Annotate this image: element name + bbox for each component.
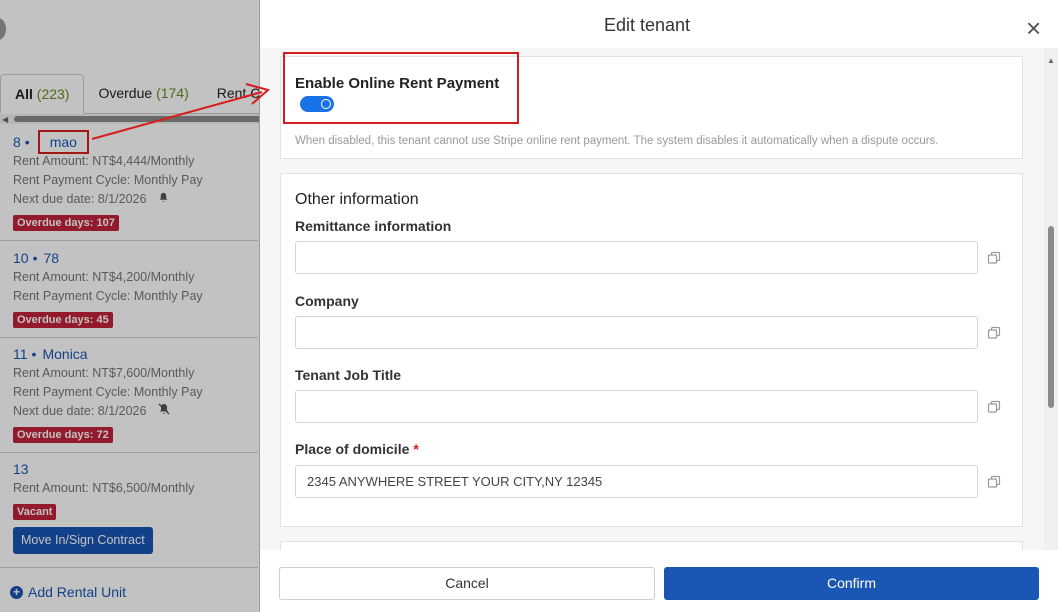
rent-cycle: Rent Payment Cycle: Monthly Pay — [13, 385, 203, 399]
remittance-label: Remittance information — [295, 218, 452, 234]
domicile-label: Place of domicile * — [295, 441, 419, 457]
company-label: Company — [295, 293, 359, 309]
status-badge: Overdue days: 72 — [13, 427, 113, 443]
status-tabs: All (223) Overdue (174) Rent C — [0, 74, 260, 114]
unit-number: 11 — [13, 346, 28, 362]
status-badge: Vacant — [13, 504, 57, 520]
rent-cycle: Rent Payment Cycle: Monthly Pay — [13, 173, 203, 187]
domicile-input[interactable] — [295, 465, 978, 498]
copy-icon[interactable] — [986, 399, 1002, 415]
rent-amount: Rent Amount: NT$7,600/Monthly — [13, 366, 195, 380]
status-badge: Overdue days: 45 — [13, 312, 113, 328]
unit-number: 10 — [13, 250, 29, 266]
cancel-button[interactable]: Cancel — [279, 567, 655, 600]
copy-icon[interactable] — [986, 325, 1002, 341]
bell-off-icon[interactable] — [154, 403, 169, 418]
separator: • — [32, 250, 38, 266]
vertical-scrollbar[interactable]: ▲ — [1044, 48, 1058, 550]
other-information-card: Other information Remittance information… — [280, 173, 1023, 527]
rental-unit-list-panel: All (223) Overdue (174) Rent C ◀ 8 • mao… — [0, 0, 260, 612]
list-item[interactable]: 10 • 78 Rent Amount: NT$4,200/Monthly Re… — [0, 242, 258, 338]
scroll-up-icon[interactable]: ▲ — [1047, 56, 1055, 65]
remittance-input[interactable] — [295, 241, 978, 274]
dialog-body: Enable Online Rent Payment When disabled… — [260, 48, 1046, 550]
copy-icon[interactable] — [986, 474, 1002, 490]
scrollbar-thumb[interactable] — [1048, 226, 1054, 408]
rent-amount: Rent Amount: NT$6,500/Monthly — [13, 481, 195, 495]
rent-cycle: Rent Payment Cycle: Monthly Pay — [13, 289, 203, 303]
list-item[interactable]: 11 • Monica Rent Amount: NT$7,600/Monthl… — [0, 339, 258, 453]
close-icon[interactable]: × — [1026, 15, 1041, 41]
scrollbar-thumb[interactable] — [14, 116, 260, 122]
horizontal-scrollbar[interactable]: ◀ — [0, 114, 260, 124]
status-badge: Overdue days: 107 — [13, 215, 119, 231]
unit-number: 13 — [13, 461, 29, 477]
annotation-highlight-box — [283, 52, 519, 124]
company-input[interactable] — [295, 316, 978, 349]
move-in-sign-contract-button[interactable]: Move In/Sign Contract — [13, 527, 153, 554]
tab-overdue[interactable]: Overdue (174) — [84, 74, 202, 114]
next-due-date: Next due date: 8/1/2026 — [13, 190, 258, 209]
list-item[interactable]: 8 • mao Rent Amount: NT$4,444/Monthly Re… — [0, 128, 258, 241]
dialog-footer: Cancel Confirm — [260, 550, 1058, 612]
tab-rent-contract[interactable]: Rent C — [203, 74, 260, 114]
rent-amount: Rent Amount: NT$4,444/Monthly — [13, 154, 195, 168]
job-title-input[interactable] — [295, 390, 978, 423]
section-title: Other information — [295, 191, 419, 208]
rent-amount: Rent Amount: NT$4,200/Monthly — [13, 270, 195, 284]
tenant-name-link[interactable]: 78 — [43, 248, 59, 268]
separator: • — [31, 346, 37, 362]
copy-icon[interactable] — [986, 250, 1002, 266]
next-due-date: Next due date: 8/1/2026 — [13, 402, 258, 421]
avatar-stub — [0, 18, 6, 40]
tenant-name-link[interactable]: Monica — [42, 344, 87, 364]
dialog-title: Edit tenant — [603, 15, 691, 35]
add-rental-unit-link[interactable]: + Add Rental Unit — [10, 584, 126, 600]
list-item[interactable]: 13 Rent Amount: NT$6,500/Monthly Vacant … — [0, 454, 258, 568]
confirm-button[interactable]: Confirm — [664, 567, 1039, 600]
online-payment-description: When disabled, this tenant cannot use St… — [295, 135, 939, 147]
scroll-left-icon[interactable]: ◀ — [2, 115, 8, 124]
edit-tenant-dialog: Edit tenant × Enable Online Rent Payment… — [259, 0, 1058, 612]
tab-all[interactable]: All (223) — [0, 74, 85, 114]
job-title-label: Tenant Job Title — [295, 367, 402, 383]
tenant-name-link[interactable]: mao — [37, 130, 89, 154]
unit-number: 8 — [13, 134, 21, 150]
required-mark: * — [413, 441, 419, 457]
separator: • — [24, 134, 30, 150]
next-card-partial — [280, 541, 1023, 550]
bell-icon[interactable] — [154, 192, 168, 206]
plus-circle-icon: + — [10, 585, 23, 599]
